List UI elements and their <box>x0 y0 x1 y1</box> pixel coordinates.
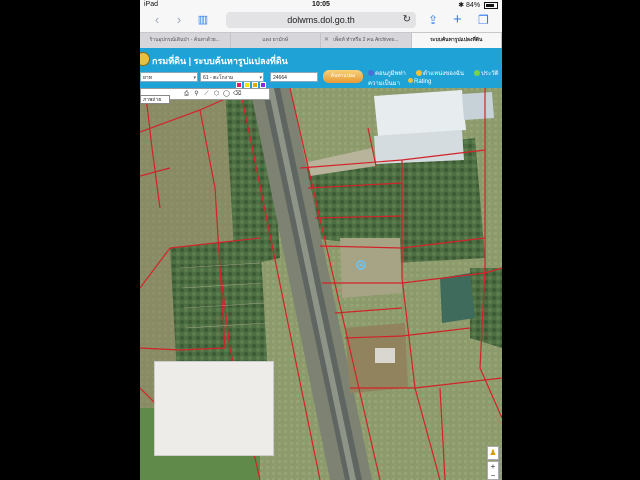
province-value: ยาท <box>143 75 153 81</box>
street-view-icon[interactable]: ♟ <box>487 446 499 460</box>
reload-icon[interactable]: ↻ <box>403 12 411 28</box>
color-swatch-yellow[interactable] <box>244 82 250 88</box>
manual-link-label: คอนภูมิพท่า <box>375 71 406 77</box>
blank-overlay-panel <box>154 361 274 456</box>
location-icon <box>416 70 422 77</box>
site-header: กรมที่ดิน | ระบบค้นหารูปแปลงที่ดิน ยาท ▾… <box>140 48 502 88</box>
parcel-value: 24664 <box>273 75 287 81</box>
my-location-link[interactable]: ตำแหน่งของฉัน <box>416 68 464 78</box>
users-icon <box>368 70 374 77</box>
new-tab-icon[interactable]: + <box>453 12 462 28</box>
zoom-out-icon[interactable]: − <box>488 471 498 480</box>
bluetooth-icon: ✱ <box>458 2 465 9</box>
ipad-screen: iPad 10:05 ✱ 84% ‹ › ▥ dolwms.dol.go.th … <box>140 0 502 480</box>
province-select[interactable]: ยาท ▾ <box>140 72 198 82</box>
site-title: กรมที่ดิน | ระบบค้นหารูปแปลงที่ดิน <box>152 56 288 66</box>
tab-label: ร้านอุปกรณ์เดินป่า - ค้นหาด้วย... <box>149 37 220 43</box>
tab-hiking-shop[interactable]: ร้านอุปกรณ์เดินป่า - ค้นหาด้วย... <box>140 33 231 49</box>
polygon-tool-icon[interactable]: ⬡ <box>213 91 220 98</box>
my-location-label: ตำแหน่งของฉัน <box>423 71 464 77</box>
rating-label: Rating <box>414 79 432 85</box>
about-label: ความเป็นมา <box>368 81 400 87</box>
close-tab-icon[interactable]: ✕ <box>324 33 329 48</box>
color-swatch-orange[interactable] <box>252 82 258 88</box>
back-icon[interactable]: ‹ <box>150 12 164 28</box>
tab-label: เพ็ดท์ ทำหรือ 2 คน Archives... <box>333 37 399 43</box>
tab-3[interactable]: ✕ เพ็ดท์ ทำหรือ 2 คน Archives... <box>321 33 412 49</box>
star-icon <box>408 78 413 83</box>
color-swatch-pink[interactable] <box>236 82 242 88</box>
parcel-number-input[interactable]: 24664 <box>270 72 318 82</box>
manual-link[interactable]: คอนภูมิพท่า <box>368 68 406 78</box>
zoom-control[interactable]: + − <box>487 461 499 480</box>
tab-land-search[interactable]: ระบบค้นหารูปแปลงที่ดิน <box>411 33 502 49</box>
line-tool-icon[interactable]: ⟋ <box>203 91 210 98</box>
department-logo-icon <box>140 52 150 66</box>
clock: 10:05 <box>312 1 330 8</box>
share-icon[interactable]: ⇪ <box>428 12 438 28</box>
tab-bar: ร้านอุปกรณ์เดินป่า - ค้นหาด้วย... แดง ยา… <box>140 32 502 49</box>
print-icon[interactable]: ⎙ <box>183 91 190 98</box>
tab-label: ระบบค้นหารูปแปลงที่ดิน <box>430 37 483 43</box>
battery-status: ✱ 84% <box>458 1 498 9</box>
history-label: ประวัติ <box>481 71 499 77</box>
layer-value: ภาพถ่าย <box>143 97 162 103</box>
circle-tool-icon[interactable]: ◯ <box>223 91 230 98</box>
status-bar: iPad 10:05 ✱ 84% <box>140 0 502 9</box>
zoom-in-icon[interactable]: + <box>488 462 498 471</box>
rating-link[interactable]: Rating <box>408 78 431 85</box>
history-link[interactable]: ประวัติ <box>474 68 499 78</box>
bookmarks-icon[interactable]: ▥ <box>196 12 210 28</box>
pin-icon[interactable]: ⚲ <box>193 91 200 98</box>
color-swatch-purple[interactable] <box>260 82 266 88</box>
browser-toolbar: ‹ › ▥ dolwms.dol.go.th ↻ ⇪ + ❐ <box>140 9 502 32</box>
forward-icon[interactable]: › <box>172 12 186 28</box>
tab-2[interactable]: แดง ยามักษ์ <box>231 33 321 49</box>
url-text: dolwms.dol.go.th <box>287 15 355 25</box>
check-icon <box>474 70 480 77</box>
chevron-down-icon: ▾ <box>193 75 196 81</box>
address-bar[interactable]: dolwms.dol.go.th ↻ <box>226 12 416 28</box>
search-parcel-button[interactable]: ค้นหาแปลง <box>323 70 363 83</box>
battery-icon <box>484 1 498 9</box>
district-value: 61 - ตะโกงาม <box>203 75 234 81</box>
district-select[interactable]: 61 - ตะโกงาม ▾ <box>200 72 264 82</box>
tabs-overview-icon[interactable]: ❐ <box>478 12 489 28</box>
tab-label: แดง ยามักษ์ <box>262 37 289 43</box>
battery-percent: 84% <box>466 2 481 9</box>
about-link[interactable]: ความเป็นมา <box>368 78 400 88</box>
map-layer-select[interactable]: ภาพถ่าย <box>140 95 170 104</box>
erase-tool-icon[interactable]: ⌫ <box>233 91 241 98</box>
